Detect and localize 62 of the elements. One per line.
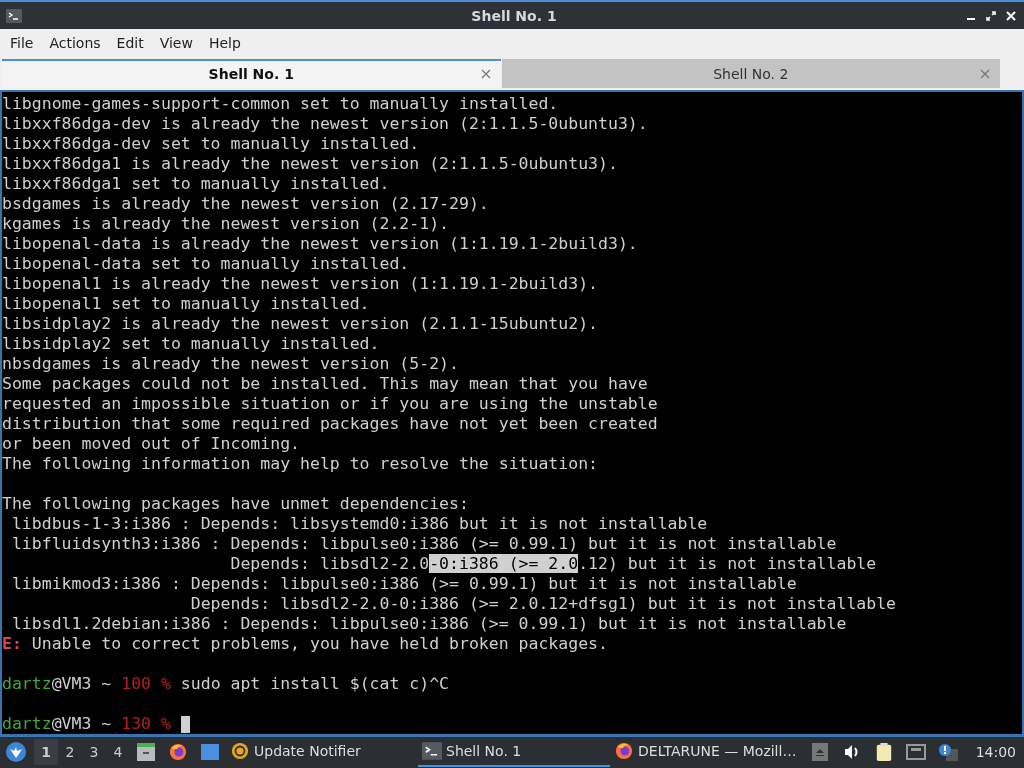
eject-icon[interactable] — [809, 743, 830, 762]
menu-item[interactable]: Edit — [108, 34, 152, 51]
terminal-text: bsdgames is already the newest version (2.17-29). — [2, 193, 489, 213]
terminal-text: sudo apt install $(cat c)^C — [179, 673, 450, 693]
taskbar-button[interactable]: Update Notifier — [226, 737, 418, 768]
window-title: Shell No. 1 — [470, 7, 558, 24]
selected-text: -0:i386 (>= 2.0 — [429, 553, 579, 573]
terminal-text: Some packages could not be installed. This may mean that you have — [2, 373, 648, 393]
terminal-text: libmikmod3:i386 : Depends: libpulse0:i386 (>= 0.99.1) but it is not installable — [10, 573, 797, 593]
menu-item[interactable]: File — [2, 34, 42, 51]
taskbar-button[interactable]: DELTARUNE — Mozill… — [610, 737, 802, 768]
terminal-text: nbsdgames is already the newest version (5-2). — [2, 353, 459, 373]
tab[interactable]: Shell No. 1 — [2, 58, 501, 88]
window-icon[interactable] — [200, 743, 220, 762]
menu-item[interactable]: Actions — [41, 34, 109, 51]
terminal-text: dartz — [2, 713, 52, 733]
terminal-text: E: — [2, 633, 22, 653]
terminal[interactable] — [0, 89, 1024, 736]
terminal-text: libopenal1 is already the newest version (1:1.19.1-2build3). — [2, 273, 599, 293]
terminal-text: libxxf86dga1 set to manually installed. — [2, 173, 390, 193]
terminal-text: Depends: libsdl2-2.0 — [229, 553, 430, 573]
workspace-button[interactable]: 3 — [82, 739, 106, 766]
terminal-text: libsidplay2 set to manually installed. — [2, 333, 380, 353]
terminal-text: The following packages have unmet dependencies: — [2, 493, 469, 513]
terminal-text: 130 % — [121, 713, 171, 733]
menu-item[interactable]: View — [151, 34, 201, 51]
maximize-icon[interactable] — [986, 10, 996, 21]
file-drawer-icon[interactable] — [136, 743, 156, 762]
tab[interactable]: Shell No. 2 — [501, 58, 1000, 88]
terminal-text: 100 % — [121, 673, 171, 693]
terminal-text: libsdl1.2debian:i386 : Depends: libpulse0:i386 (>= 0.99.1) but it is not installable — [10, 613, 847, 633]
terminal-text: @VM3 ~ — [51, 713, 113, 733]
notification-icon[interactable] — [937, 743, 958, 762]
terminal-text: @VM3 ~ — [51, 673, 113, 693]
terminal-text: libdbus-1-3:i386 : Depends: libsystemd0:i386 but it is not installable — [10, 513, 708, 533]
terminal-text: kgames is already the newest version (2.2-1). — [2, 213, 450, 233]
terminal-text: libgnome-games-support-common set to manually installed. — [2, 93, 559, 113]
terminal-text: libopenal-data is already the newest version (1:1.19.1-2build3). — [2, 233, 638, 253]
terminal-icon — [6, 8, 22, 23]
menu-item[interactable]: Help — [200, 34, 249, 51]
terminal-text: libopenal1 set to manually installed. — [2, 293, 370, 313]
workspace-button[interactable]: 4 — [106, 739, 130, 766]
workspace-button[interactable]: 1 — [34, 739, 58, 766]
terminal-text: The following information may help to resolve the situation: — [2, 453, 599, 473]
workspace-button[interactable]: 2 — [58, 739, 82, 766]
terminal-text: Unable to correct problems, you have held broken packages. — [30, 633, 608, 653]
network-icon[interactable] — [905, 743, 926, 762]
terminal-icon — [422, 742, 442, 761]
terminal-text: requested an impossible situation or if you are using the unstable — [2, 393, 658, 413]
terminal-text: .12) but it is not installable — [578, 553, 877, 573]
terminal-text: or been moved out of Incoming. — [2, 433, 300, 453]
terminal-text: libxxf86dga1 is already the newest version (2:1.1.5-0ubuntu3). — [2, 153, 618, 173]
clock: 14:00 — [975, 744, 1016, 761]
taskbar-button[interactable]: Shell No. 1 — [418, 737, 610, 768]
terminal-text: dartz — [2, 673, 52, 693]
terminal-text: libopenal-data set to manually installed. — [2, 253, 410, 273]
terminal-text: libsidplay2 is already the newest version (2.1.1-15ubuntu2). — [2, 313, 599, 333]
terminal-text: libfluidsynth3:i386 : Depends: libpulse0:i386 (>= 0.99.1) but it is not installable — [10, 533, 837, 553]
terminal-text: libxxf86dga-dev set to manually installed. — [2, 133, 420, 153]
terminal-text: libxxf86dga-dev is already the newest version (2:1.1.5-0ubuntu3). — [2, 113, 648, 133]
terminal-text: distribution that some required packages have not yet been created — [2, 413, 658, 433]
terminal-text: Depends: libsdl2-2.0-0:i386 (>= 2.0.12+dfsg1) but it is not installable — [189, 593, 897, 613]
